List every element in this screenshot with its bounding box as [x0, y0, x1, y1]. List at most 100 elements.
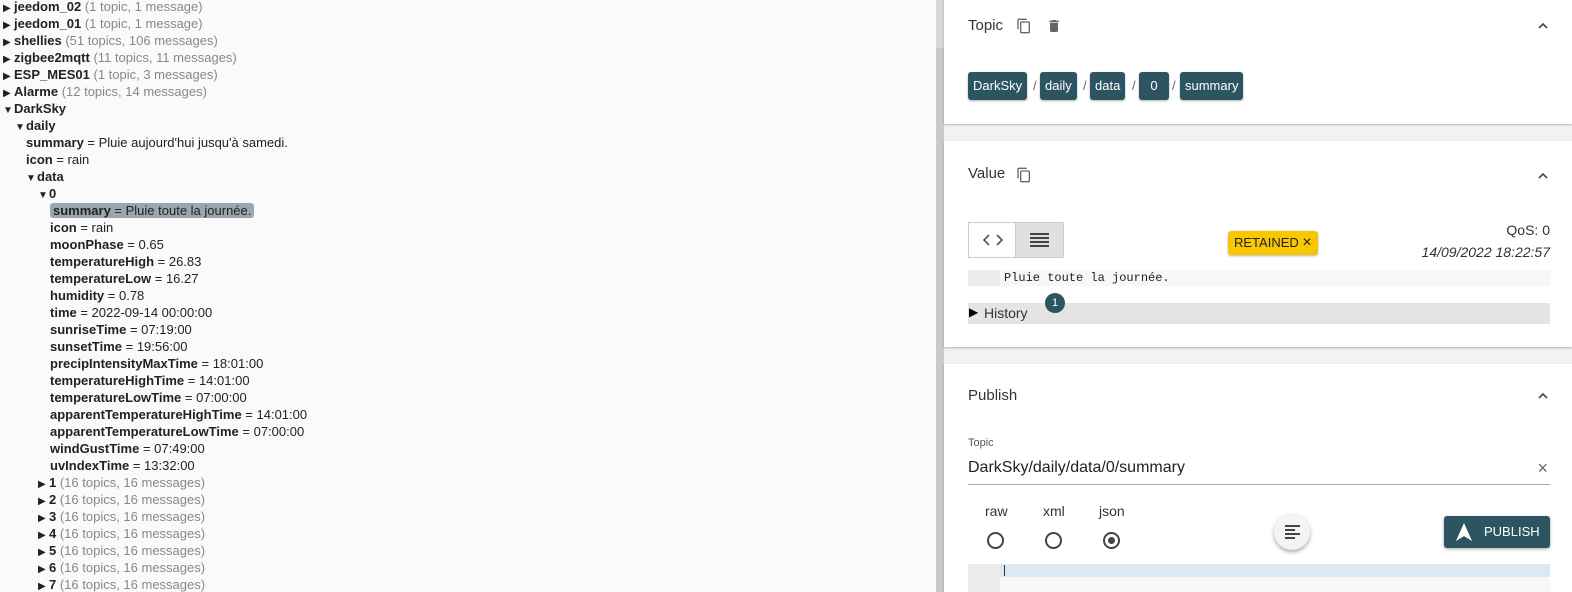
tree-row[interactable]: ▶ jeedom_02 (1 topic, 1 message) — [3, 0, 203, 15]
tree-node-name: windGustTime — [50, 441, 140, 456]
raw-view-toggle[interactable] — [1015, 222, 1064, 258]
crumb-separator: / — [1172, 78, 1176, 93]
tree-row[interactable]: ▼daily — [15, 117, 56, 134]
tree-row[interactable]: icon = rain — [26, 151, 89, 168]
tree-node-value: = Pluie toute la journée. — [110, 203, 252, 218]
retained-badge[interactable]: RETAINED × — [1228, 231, 1318, 255]
editor-gutter — [968, 564, 1000, 592]
tree-row[interactable]: moonPhase = 0.65 — [50, 236, 164, 253]
tree-row[interactable]: ▼0 — [38, 185, 56, 202]
tree-row[interactable]: ▶ 4 (16 topics, 16 messages) — [38, 525, 205, 542]
tree-node-name: uvIndexTime — [50, 458, 130, 473]
tree-node-count: (1 topic, 1 message) — [81, 16, 203, 31]
format-json-radio[interactable] — [1103, 532, 1120, 549]
topic-card-title: Topic — [968, 17, 1004, 34]
tree-row[interactable]: temperatureHighTime = 14:01:00 — [50, 372, 250, 389]
expanded-triangle-icon[interactable]: ▼ — [15, 119, 26, 136]
collapse-chevron-icon[interactable] — [1538, 391, 1548, 401]
collapse-chevron-icon[interactable] — [1538, 21, 1548, 31]
tree-node-value: = 0.78 — [104, 288, 145, 303]
format-xml-radio[interactable] — [1045, 532, 1062, 549]
delete-icon[interactable] — [1046, 17, 1062, 35]
tree-node-name: summary — [26, 135, 84, 150]
tree-row[interactable]: temperatureLow = 16.27 — [50, 270, 199, 287]
publish-button[interactable]: PUBLISH — [1444, 516, 1550, 548]
tree-row[interactable]: ▶ 6 (16 topics, 16 messages) — [38, 559, 205, 576]
tree-node-name: ESP_MES01 — [14, 67, 90, 82]
clear-icon[interactable]: × — [1537, 458, 1548, 479]
tree-row[interactable]: windGustTime = 07:49:00 — [50, 440, 205, 457]
code-icon — [983, 234, 1003, 246]
publish-topic-field[interactable]: DarkSky/daily/data/0/summary × — [968, 458, 1550, 485]
tree-row[interactable]: ▶ 3 (16 topics, 16 messages) — [38, 508, 205, 525]
tree-row[interactable]: ▼data — [26, 168, 64, 185]
copy-icon[interactable] — [1016, 17, 1032, 35]
code-view-toggle[interactable] — [968, 222, 1017, 258]
tree-row[interactable]: ▶ ESP_MES01 (1 topic, 3 messages) — [3, 66, 218, 83]
expanded-triangle-icon[interactable]: ▼ — [3, 102, 14, 119]
tree-row[interactable]: ▼DarkSky — [3, 100, 66, 117]
format-align-icon — [1285, 525, 1300, 539]
tree-row[interactable]: ▶ shellies (51 topics, 106 messages) — [3, 32, 218, 49]
publish-editor[interactable] — [968, 564, 1550, 592]
tree-node-value: = 18:01:00 — [197, 356, 264, 371]
tree-row[interactable]: ▶ 2 (16 topics, 16 messages) — [38, 491, 205, 508]
format-json-label: json — [1099, 503, 1125, 519]
expanded-triangle-icon[interactable]: ▼ — [38, 187, 49, 204]
tree-row[interactable]: time = 2022-09-14 00:00:00 — [50, 304, 212, 321]
publish-topic-input[interactable]: DarkSky/daily/data/0/summary — [968, 459, 1185, 477]
tree-row[interactable]: ▶ zigbee2mqtt (11 topics, 11 messages) — [3, 49, 237, 66]
expanded-triangle-icon[interactable]: ▼ — [26, 170, 37, 187]
format-raw-label: raw — [985, 503, 1008, 519]
tree-node-value: = 14:01:00 — [241, 407, 308, 422]
tree-row[interactable]: summary = Pluie toute la journée. — [50, 202, 255, 219]
tree-node-name: moonPhase — [50, 237, 124, 252]
editor-cursor — [1004, 565, 1005, 576]
tree-row[interactable]: sunriseTime = 07:19:00 — [50, 321, 192, 338]
tree-row[interactable]: ▶ 5 (16 topics, 16 messages) — [38, 542, 205, 559]
history-count-badge: 1 — [1045, 293, 1065, 313]
editor-active-line — [1000, 564, 1550, 577]
tree-scrollbar[interactable] — [936, 0, 944, 592]
format-document-button[interactable] — [1274, 514, 1310, 550]
tree-node-value: = 26.83 — [154, 254, 202, 269]
value-timestamp: 14/09/2022 18:22:57 — [1421, 244, 1550, 260]
tree-row[interactable]: temperatureHigh = 26.83 — [50, 253, 201, 270]
tree-node-name: summary — [53, 203, 111, 218]
format-xml-label: xml — [1043, 503, 1065, 519]
tree-node-count: (11 topics, 11 messages) — [89, 50, 237, 65]
crumb-darksky[interactable]: DarkSky — [968, 72, 1028, 100]
tree-row[interactable]: sunsetTime = 19:56:00 — [50, 338, 187, 355]
crumb-0[interactable]: 0 — [1139, 72, 1169, 100]
collapse-chevron-icon[interactable] — [1538, 171, 1548, 181]
tree-row[interactable]: ▶ 1 (16 topics, 16 messages) — [38, 474, 205, 491]
tree-row[interactable]: icon = rain — [50, 219, 113, 236]
tree-row[interactable]: apparentTemperatureLowTime = 07:00:00 — [50, 423, 304, 440]
tree-row[interactable]: precipIntensityMaxTime = 18:01:00 — [50, 355, 263, 372]
crumb-summary[interactable]: summary — [1180, 72, 1244, 100]
tree-row[interactable]: humidity = 0.78 — [50, 287, 144, 304]
value-text: Pluie toute la journée. — [1004, 271, 1170, 285]
tree-row[interactable]: temperatureLowTime = 07:00:00 — [50, 389, 247, 406]
tree-row[interactable]: summary = Pluie aujourd'hui jusqu'à same… — [26, 134, 288, 151]
tree-row[interactable]: ▶ Alarme (12 topics, 14 messages) — [3, 83, 207, 100]
crumb-daily[interactable]: daily — [1040, 72, 1077, 100]
tree-node-name: DarkSky — [14, 101, 67, 116]
tree-row[interactable]: ▶ jeedom_01 (1 topic, 1 message) — [3, 15, 203, 32]
tree-row[interactable]: apparentTemperatureHighTime = 14:01:00 — [50, 406, 307, 423]
collapsed-triangle-icon[interactable]: ▶ — [38, 578, 49, 592]
tree-node-name: sunsetTime — [50, 339, 123, 354]
publish-button-label: PUBLISH — [1484, 524, 1540, 539]
tree-scrollbar-thumb[interactable] — [936, 0, 944, 48]
tree-node-count: (16 topics, 16 messages) — [56, 543, 206, 558]
copy-icon[interactable] — [1016, 166, 1032, 184]
format-raw-radio[interactable] — [987, 532, 1004, 549]
close-icon[interactable]: × — [1302, 234, 1311, 251]
tree-node-value: = 07:19:00 — [126, 322, 192, 337]
crumb-data[interactable]: data — [1090, 72, 1126, 100]
tree-node-value: = 19:56:00 — [122, 339, 188, 354]
tree-row[interactable]: uvIndexTime = 13:32:00 — [50, 457, 195, 474]
tree-node-count: (16 topics, 16 messages) — [56, 560, 206, 575]
publish-card-title: Publish — [968, 387, 1018, 404]
tree-row[interactable]: ▶ 7 (16 topics, 16 messages) — [38, 576, 205, 592]
